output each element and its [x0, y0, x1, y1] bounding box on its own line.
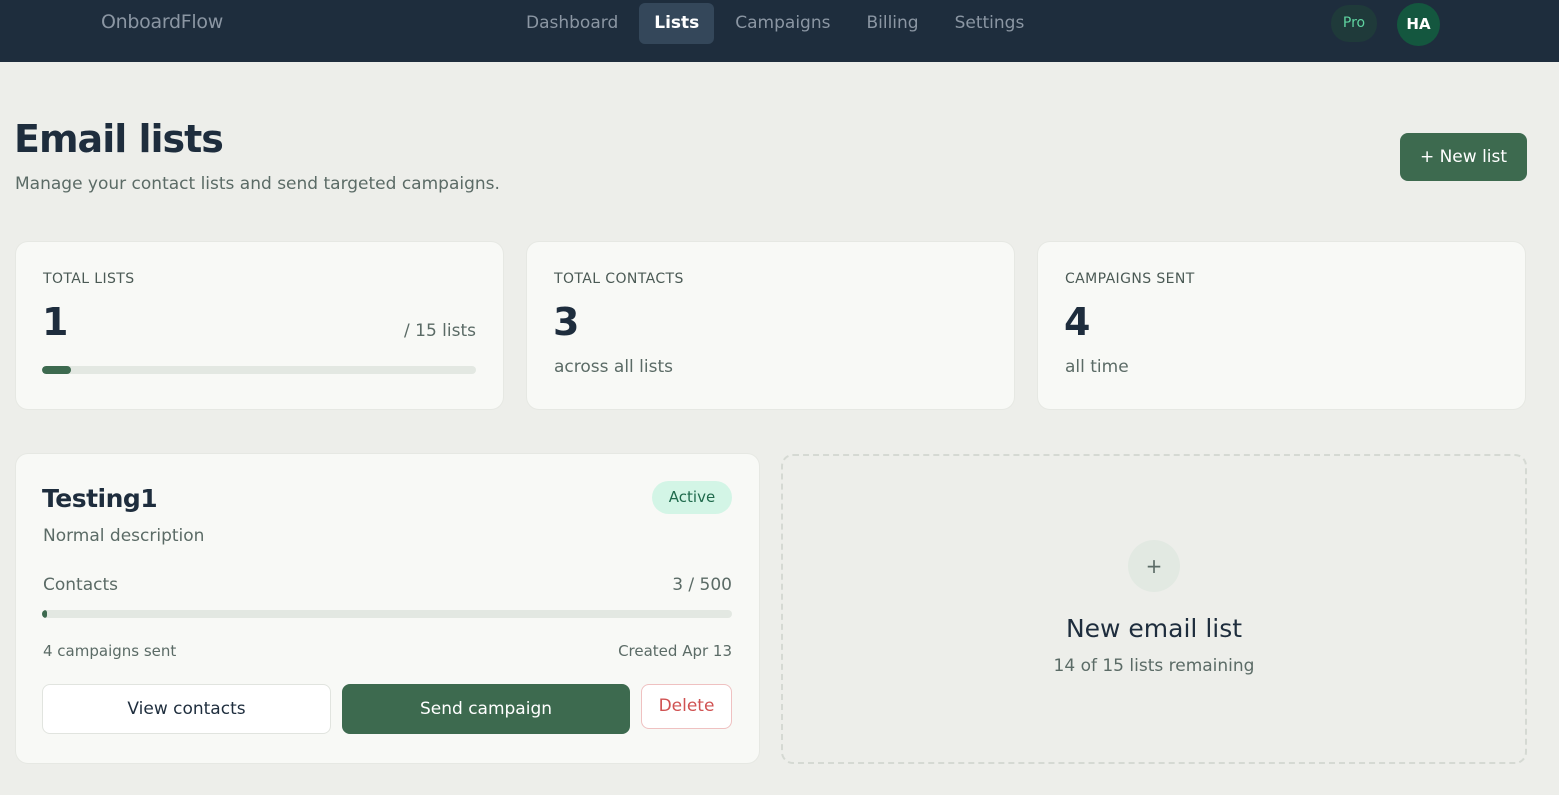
- stat-card-campaigns-sent: CAMPAIGNS SENT 4 all time: [1038, 242, 1525, 409]
- nav-tab-campaigns[interactable]: Campaigns: [720, 3, 845, 44]
- created-date: Created Apr 13: [618, 642, 732, 660]
- nav-tab-settings[interactable]: Settings: [940, 3, 1040, 44]
- status-badge: Active: [652, 481, 732, 514]
- new-list-button[interactable]: + New list: [1400, 133, 1527, 181]
- stat-value: 1: [42, 300, 69, 344]
- plus-icon: +: [1128, 540, 1180, 592]
- new-list-title: New email list: [1065, 614, 1243, 643]
- contacts-usage-bar: [42, 610, 732, 618]
- stat-note: all time: [1065, 357, 1129, 377]
- send-campaign-button[interactable]: Send campaign: [342, 684, 630, 734]
- nav-tab-billing[interactable]: Billing: [851, 3, 933, 44]
- campaigns-sent-count: 4 campaigns sent: [43, 642, 177, 660]
- contacts-label: Contacts: [43, 575, 118, 595]
- user-avatar[interactable]: HA: [1397, 3, 1440, 46]
- main-nav: Dashboard Lists Campaigns Billing Settin…: [511, 3, 1039, 44]
- stat-card-total-contacts: TOTAL CONTACTS 3 across all lists: [527, 242, 1014, 409]
- lists-usage-bar: [42, 366, 476, 374]
- new-email-list-card[interactable]: + New email list 14 of 15 lists remainin…: [781, 454, 1527, 764]
- list-name: Testing1: [42, 484, 158, 513]
- stat-label: CAMPAIGNS SENT: [1065, 271, 1195, 287]
- nav-tab-lists[interactable]: Lists: [639, 3, 715, 44]
- stat-note: across all lists: [554, 357, 673, 377]
- stat-card-total-lists: TOTAL LISTS 1 / 15 lists: [16, 242, 503, 409]
- contacts-usage-fill: [42, 610, 47, 618]
- delete-button[interactable]: Delete: [641, 684, 732, 729]
- brand-logo[interactable]: OnboardFlow: [101, 11, 223, 33]
- stat-label: TOTAL LISTS: [43, 271, 135, 287]
- page-subtitle: Manage your contact lists and send targe…: [15, 174, 500, 194]
- stat-value: 4: [1064, 300, 1091, 344]
- top-nav-bar: OnboardFlow Dashboard Lists Campaigns Bi…: [0, 0, 1559, 62]
- lists-remaining: 14 of 15 lists remaining: [1053, 656, 1255, 676]
- view-contacts-button[interactable]: View contacts: [42, 684, 331, 734]
- nav-tab-dashboard[interactable]: Dashboard: [511, 3, 633, 44]
- email-list-card: Testing1 Active Normal description Conta…: [16, 454, 759, 763]
- stat-limit: / 15 lists: [404, 321, 476, 341]
- stat-label: TOTAL CONTACTS: [554, 271, 684, 287]
- page-title: Email lists: [14, 117, 224, 161]
- plan-badge: Pro: [1331, 5, 1377, 42]
- contacts-count: 3 / 500: [672, 575, 732, 595]
- lists-usage-fill: [42, 366, 71, 374]
- list-description: Normal description: [43, 526, 205, 546]
- stat-value: 3: [553, 300, 580, 344]
